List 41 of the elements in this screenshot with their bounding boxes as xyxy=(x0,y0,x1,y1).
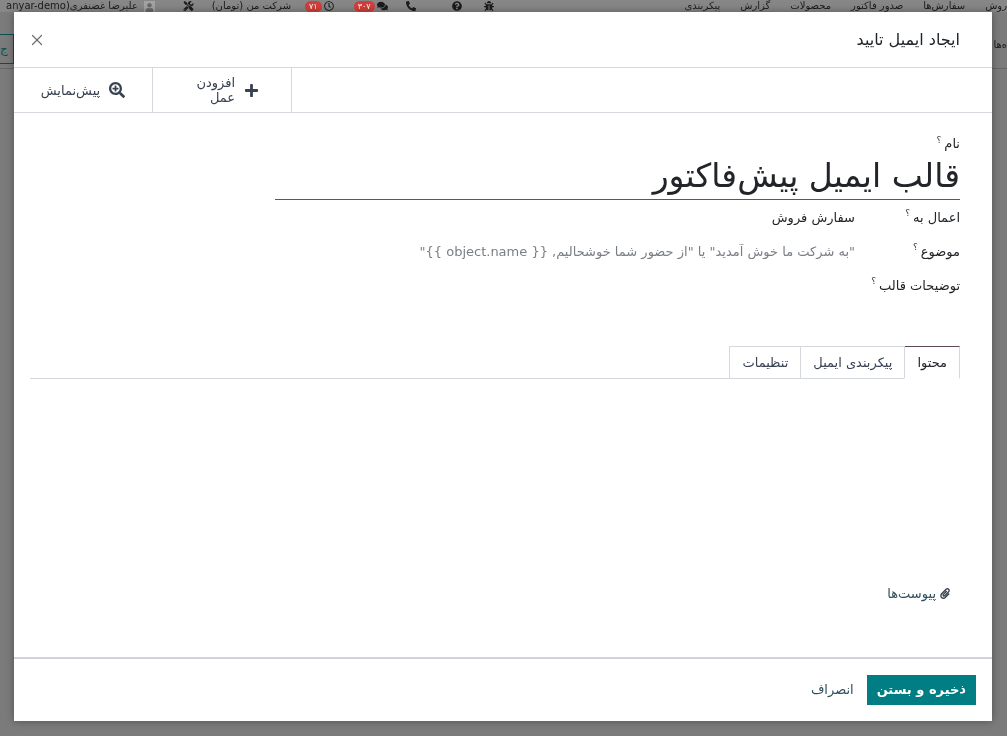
menu-item[interactable]: سفارش‌ها xyxy=(923,0,966,12)
field-label: نام xyxy=(944,136,960,152)
avatar-icon[interactable] xyxy=(143,0,155,12)
paperclip-icon xyxy=(940,588,950,600)
phone-icon[interactable] xyxy=(405,1,416,11)
preview-button[interactable]: پیش‌نمایش xyxy=(14,68,153,112)
tab[interactable]: تنظیمات xyxy=(729,346,802,378)
dialog-title: ایجاد ایمیل تایید xyxy=(856,28,960,51)
menu-item[interactable]: پیکربندی xyxy=(684,0,721,12)
menu-item[interactable]: صدور فاکتور xyxy=(851,0,904,12)
chat-icon[interactable] xyxy=(376,1,388,11)
breadcrumb-text[interactable]: ه‌ها xyxy=(993,39,1007,51)
database-name: anyar-demo) xyxy=(6,0,70,12)
attachments-link[interactable]: پیوست‌ها xyxy=(887,584,950,604)
help-icon[interactable] xyxy=(451,1,462,11)
help-mark[interactable]: ؟ xyxy=(905,207,910,218)
menu-item[interactable]: گزارش xyxy=(740,0,771,12)
add-action-button[interactable]: افزودن عمل xyxy=(153,68,292,112)
plus-icon xyxy=(244,82,259,98)
message-count-badge: ۳۰۷ xyxy=(353,0,375,12)
field-label: اعمال به xyxy=(913,208,960,226)
company-switcher[interactable]: شرکت من (تومان) xyxy=(211,0,292,12)
clock-icon[interactable] xyxy=(323,1,334,11)
subject-field[interactable]: "به شرکت ما خوش آمدید" یا "از حضور شما خوشحالیم, {{ object.name }}" xyxy=(275,239,855,263)
menu-item[interactable]: محصولات xyxy=(790,0,832,12)
tools-icon[interactable] xyxy=(182,1,194,11)
help-mark[interactable]: ؟ xyxy=(936,135,942,145)
user-name[interactable]: علیرضا غضنفری xyxy=(69,0,138,12)
help-mark[interactable]: ؟ xyxy=(871,275,877,286)
field-label: توضیحات قالب xyxy=(879,276,960,294)
cancel-button[interactable]: انصراف xyxy=(810,675,854,705)
apply-to-field[interactable]: سفارش فروش xyxy=(275,205,855,229)
tab[interactable]: محتوا xyxy=(904,346,960,379)
activity-count-badge: ۷۱ xyxy=(305,0,322,12)
template-name-input[interactable]: قالب ایمیل پیش‌فاکتور xyxy=(275,152,960,200)
save-close-button[interactable]: ذخیره و بستن xyxy=(866,675,976,705)
menu-item[interactable]: روش xyxy=(985,0,1007,12)
zoom-in-icon xyxy=(109,82,126,98)
field-label: موضوع xyxy=(920,242,960,260)
help-mark[interactable]: ؟ xyxy=(913,241,918,252)
bug-icon[interactable] xyxy=(483,1,494,11)
